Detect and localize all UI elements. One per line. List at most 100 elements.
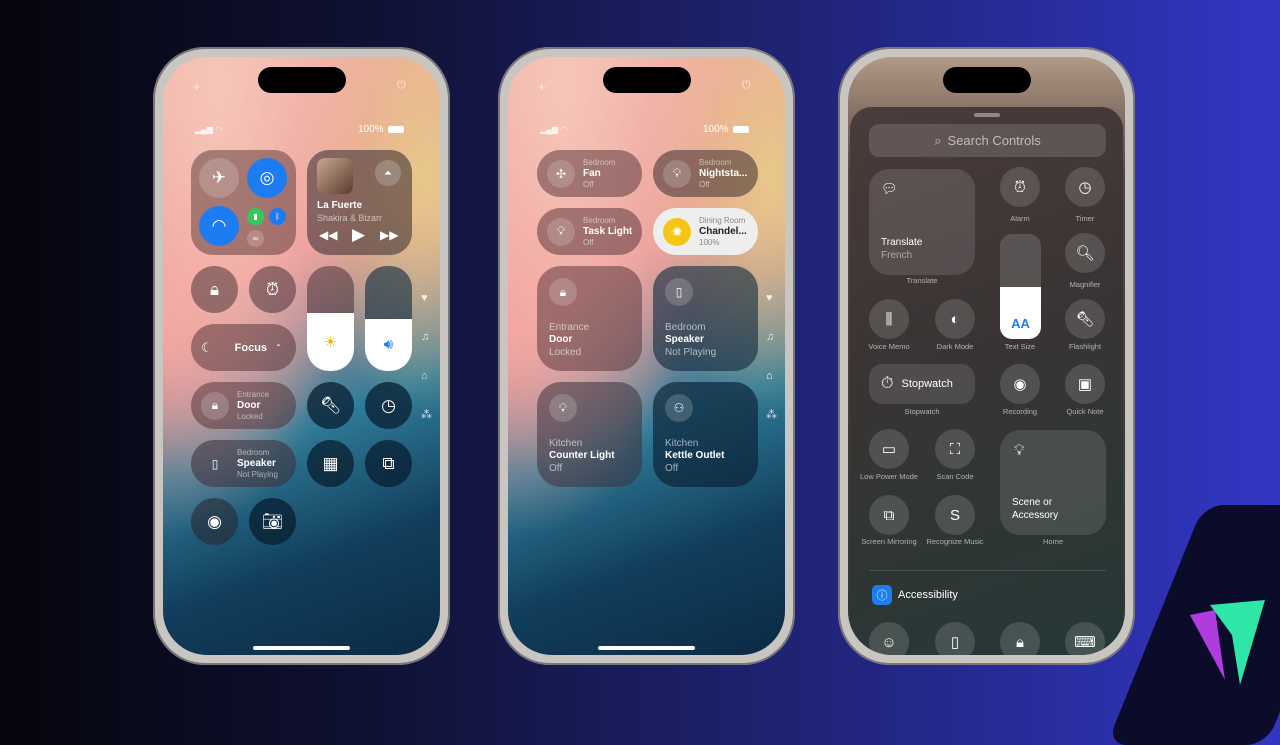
- lightbulb-icon: 💡︎: [1014, 442, 1025, 459]
- home-scene-control[interactable]: 💡︎ Scene or Accessory: [1000, 430, 1106, 535]
- translate-title: Translate: [881, 237, 923, 248]
- door-control[interactable]: 🔒︎ Entrance Door Locked: [191, 382, 296, 429]
- alarm-icon[interactable]: ⏰︎: [1000, 167, 1040, 207]
- outlet-icon: ⚇: [665, 394, 693, 422]
- lock-icon: 🔒︎: [549, 278, 577, 306]
- antenna-icon[interactable]: ⁂: [766, 408, 777, 421]
- camera-icon[interactable]: 📷︎: [249, 498, 296, 545]
- quick-note-icon[interactable]: ▣: [1065, 364, 1105, 404]
- wifi-icon[interactable]: ◠: [199, 206, 239, 246]
- chandelier-control[interactable]: ✺ Dining Room Chandel... 100%: [653, 208, 758, 255]
- music-icon[interactable]: ♫: [766, 331, 774, 343]
- brightness-slider[interactable]: ☀: [307, 266, 354, 371]
- screen-mirroring-icon[interactable]: ⧉: [869, 495, 909, 535]
- signal-wifi-icon: ▂▄▆ ◠: [195, 125, 223, 134]
- battery-percent: 100%: [358, 124, 384, 135]
- magnifier-icon[interactable]: 🔍︎: [1065, 233, 1105, 273]
- guided-access-icon[interactable]: 🔒︎: [1000, 622, 1040, 655]
- hotspot-icon[interactable]: ∞: [247, 230, 264, 247]
- quick-note-label: Quick Note: [1066, 407, 1104, 416]
- heart-icon[interactable]: ♥: [766, 292, 773, 304]
- focus-button[interactable]: ☾ Focus ⌃: [191, 324, 296, 371]
- flashlight-icon[interactable]: 🔦︎: [307, 382, 354, 429]
- search-placeholder: Search Controls: [947, 133, 1041, 148]
- speaker-control[interactable]: ▯ Bedroom Speaker Not Playing: [191, 440, 296, 487]
- nightstand-control[interactable]: 💡︎ Bedroom Nightsta... Off: [653, 150, 758, 197]
- screen-mirroring-icon[interactable]: ⧉: [365, 440, 412, 487]
- text-size-slider[interactable]: AA: [1000, 234, 1041, 339]
- airplay-icon[interactable]: ⏶: [375, 160, 401, 186]
- tile-name: Task Light: [583, 225, 633, 237]
- bluetooth-icon[interactable]: ᛒ: [269, 208, 286, 225]
- battery-icon: [732, 126, 749, 133]
- counter-light-control[interactable]: 💡︎ Kitchen Counter Light Off: [537, 382, 642, 487]
- power-icon[interactable]: ⏻: [742, 79, 751, 92]
- power-icon[interactable]: ⏻: [397, 79, 406, 92]
- door-control[interactable]: 🔒︎ Entrance Door Locked: [537, 266, 642, 371]
- alarm-icon[interactable]: ⏰︎: [249, 266, 296, 313]
- add-icon[interactable]: +: [193, 79, 201, 94]
- stopwatch-label: Stopwatch: [904, 407, 940, 416]
- battery-percent: 100%: [703, 124, 729, 135]
- scan-code-icon[interactable]: ⛶: [935, 429, 975, 469]
- home-icon[interactable]: ⌂: [421, 370, 428, 382]
- dynamic-island: [943, 67, 1031, 93]
- timer-icon[interactable]: ◷: [1065, 167, 1105, 207]
- screen-mirroring-label: Screen Mirroring: [861, 537, 917, 546]
- assistive-access-icon[interactable]: ▯: [935, 622, 975, 655]
- flashlight-icon[interactable]: 🔦︎: [1065, 299, 1105, 339]
- dynamic-island: [258, 67, 346, 93]
- brightness-icon: ☀: [307, 313, 354, 371]
- accessibility-shortcut-icon[interactable]: ☺: [869, 622, 909, 655]
- stopwatch-control[interactable]: ⏱︎ Stopwatch: [869, 364, 975, 404]
- fan-control[interactable]: ✣ Bedroom Fan Off: [537, 150, 642, 197]
- rotation-lock-icon[interactable]: 🔒︎: [191, 266, 238, 313]
- home-icon[interactable]: ⌂: [766, 370, 773, 382]
- calculator-icon[interactable]: ▦: [307, 440, 354, 487]
- kettle-outlet-control[interactable]: ⚇ Kitchen Kettle Outlet Off: [653, 382, 758, 487]
- tile-state: Off: [583, 237, 594, 247]
- speaker-control[interactable]: ▯ Bedroom Speaker Not Playing: [653, 266, 758, 371]
- airdrop-icon[interactable]: ◎: [247, 158, 287, 198]
- volume-slider[interactable]: 🔊︎: [365, 266, 412, 371]
- heart-icon[interactable]: ♥: [421, 292, 428, 304]
- translate-label: Translate: [906, 276, 938, 285]
- screen-recording-icon[interactable]: ◉: [191, 498, 238, 545]
- tile-room: Bedroom: [583, 215, 616, 225]
- voice-memo-label: Voice Memo: [868, 342, 910, 351]
- voice-memo-icon[interactable]: ⫼: [869, 299, 909, 339]
- lightbulb-icon: 💡︎: [547, 217, 575, 246]
- screen: + ⏻ ▂▄▆ ◠ 100% ✈ ◎ ◠ ▮ ᛒ ∞ ⏶ La Fuerte S…: [163, 57, 440, 655]
- antenna-icon[interactable]: ⁂: [421, 408, 432, 421]
- tile-name: Counter Light: [549, 450, 615, 461]
- add-icon[interactable]: +: [538, 79, 546, 94]
- tile-room: Entrance: [549, 321, 590, 333]
- recording-icon[interactable]: ◉: [1000, 364, 1040, 404]
- keyboard-icon[interactable]: ⌨: [1065, 622, 1105, 655]
- shazam-icon[interactable]: S: [935, 495, 975, 535]
- task-light-control[interactable]: 💡︎ Bedroom Task Light Off: [537, 208, 642, 255]
- sheet-grabber[interactable]: [974, 113, 1000, 117]
- translate-control[interactable]: 💬︎ Translate French: [869, 169, 975, 275]
- cellular-icon[interactable]: ▮: [247, 208, 264, 225]
- now-playing-tile: ⏶ La Fuerte Shakira & Bizarr ◀◀ ▶ ▶▶: [307, 150, 412, 255]
- fast-forward-icon[interactable]: ▶▶: [380, 228, 398, 242]
- speaker-icon: ▯: [665, 278, 693, 306]
- door-state: Locked: [237, 411, 263, 421]
- screen: ⌕ Search Controls 💬︎ Translate French Tra…: [848, 57, 1125, 655]
- search-controls-input[interactable]: ⌕ Search Controls: [869, 124, 1106, 157]
- battery-status: 100%: [703, 124, 749, 135]
- timer-icon[interactable]: ◷: [365, 382, 412, 429]
- music-icon[interactable]: ♫: [421, 331, 429, 343]
- airplane-mode-icon[interactable]: ✈: [199, 158, 239, 198]
- speaker-name: Speaker: [237, 457, 276, 469]
- home-scene-title: Scene or Accessory: [1012, 497, 1059, 521]
- dark-mode-icon[interactable]: ◐: [935, 299, 975, 339]
- home-label: Home: [1042, 537, 1063, 546]
- chandelier-icon: ✺: [663, 217, 691, 246]
- speaker-icon: ▯: [211, 456, 219, 471]
- rewind-icon[interactable]: ◀◀: [319, 228, 337, 242]
- divider: [869, 570, 1106, 571]
- low-power-icon[interactable]: ▭: [869, 429, 909, 469]
- play-icon[interactable]: ▶: [352, 225, 365, 245]
